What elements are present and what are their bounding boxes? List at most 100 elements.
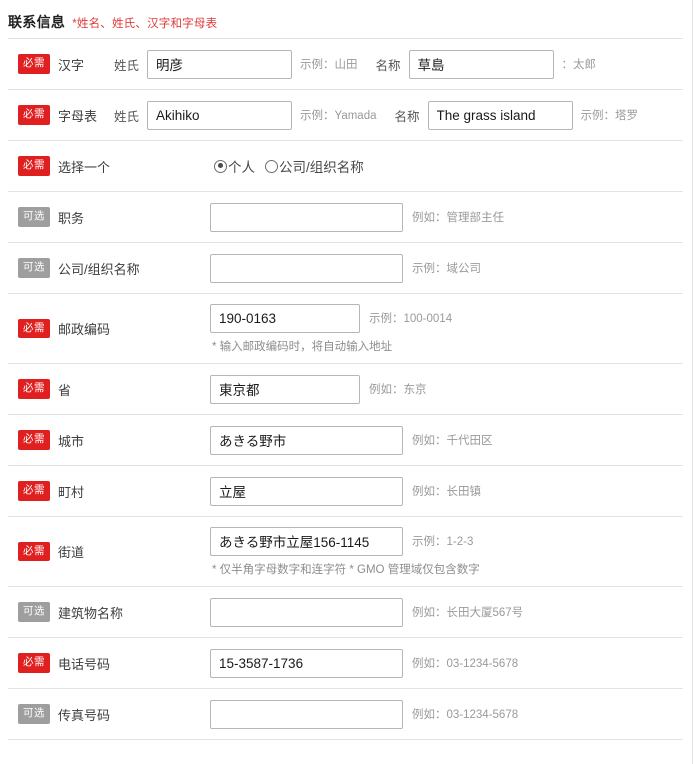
required-badge: 必需 <box>18 105 50 125</box>
required-badge: 必需 <box>18 653 50 673</box>
sub-label-surname-kana: 姓氏 <box>114 109 140 124</box>
phone-input[interactable] <box>210 648 403 678</box>
field-label-kana: 字母表 <box>58 108 98 124</box>
form-row-kana-name: 必需 字母表 姓氏 示例：Yamada 名称 示例：塔罗 <box>8 89 683 140</box>
form-row-kanji-name: 必需 汉字 姓氏 示例：山田 名称 ：太郎 <box>8 38 683 89</box>
required-badge: 必需 <box>18 379 50 399</box>
field-label-fax: 传真号码 <box>58 707 111 723</box>
form-row-town: 必需 町村 例如：长田镇 <box>8 465 683 516</box>
street-input[interactable] <box>210 526 403 556</box>
form-row-postal-code: 必需 邮政编码 示例：100-0014 * 输入邮政编码时，将自动输入地址 <box>8 293 683 363</box>
field-label-company: 公司/组织名称 <box>58 261 140 277</box>
form-row-phone: 必需 电话号码 例如：03-1234-5678 <box>8 637 683 688</box>
control-cell-town: 例如：长田镇 <box>210 476 683 506</box>
province-hint: 例如：东京 <box>369 384 427 396</box>
label-cell-account-type: 必需 选择一个 <box>8 156 210 176</box>
kana-given-group: 名称 示例：塔罗 <box>394 100 639 130</box>
label-cell-building: 可选 建筑物名称 <box>8 602 210 622</box>
control-cell-city: 例如：千代田区 <box>210 425 683 455</box>
company-input[interactable] <box>210 253 403 283</box>
field-label-province: 省 <box>58 382 72 398</box>
required-badge: 必需 <box>18 430 50 450</box>
field-label-town: 町村 <box>58 484 85 500</box>
radio-label-individual: 个人 <box>228 160 255 175</box>
town-input[interactable] <box>210 476 403 506</box>
kana-givenname-input[interactable] <box>427 100 573 130</box>
street-hint: 示例：1-2-3 <box>412 536 474 548</box>
account-type-radio-group: 个人 公司/组织名称 <box>210 156 683 176</box>
kanji-surname-group: 姓氏 示例：山田 <box>114 49 358 79</box>
required-badge: 必需 <box>18 481 50 501</box>
radio-label-company: 公司/组织名称 <box>279 160 364 175</box>
label-cell-fax: 可选 传真号码 <box>8 704 210 724</box>
control-cell-postal-code: 示例：100-0014 * 输入邮政编码时，将自动输入地址 <box>210 303 683 354</box>
radio-selected-icon[interactable] <box>214 159 227 173</box>
field-label-street: 街道 <box>58 545 85 560</box>
label-cell-kana: 必需 字母表 <box>8 105 114 125</box>
kana-surname-hint: 示例：Yamada <box>300 110 377 122</box>
contact-info-form-page: 联系信息 *姓名、姓氏、汉字和字母表 必需 汉字 姓氏 示例：山田 名称 <box>0 0 693 764</box>
kana-surname-input[interactable] <box>147 100 293 130</box>
radio-option-individual[interactable]: 个人 <box>214 156 255 176</box>
label-cell-position: 可选 职务 <box>8 207 210 227</box>
phone-hint: 例如：03-1234-5678 <box>412 658 519 670</box>
fax-input[interactable] <box>210 699 403 729</box>
postal-code-input[interactable] <box>210 303 360 333</box>
form-rows: 必需 汉字 姓氏 示例：山田 名称 ：太郎 必需 <box>8 38 683 740</box>
town-hint: 例如：长田镇 <box>412 486 481 498</box>
field-label-account-type: 选择一个 <box>58 159 111 175</box>
label-cell-phone: 必需 电话号码 <box>8 653 210 673</box>
label-cell-postal-code: 必需 邮政编码 <box>8 318 210 339</box>
kanji-given-hint: ：太郎 <box>561 59 597 71</box>
province-input[interactable] <box>210 374 360 404</box>
kanji-surname-input[interactable] <box>147 49 293 79</box>
building-input[interactable] <box>210 597 403 627</box>
sub-label-surname-kanji: 姓氏 <box>114 58 140 73</box>
field-label-postal-code: 邮政编码 <box>58 322 111 337</box>
postal-code-hint: 示例：100-0014 <box>369 313 453 325</box>
label-cell-kanji: 必需 汉字 <box>8 54 114 74</box>
form-row-company: 可选 公司/组织名称 示例：域公司 <box>8 242 683 293</box>
form-row-building: 可选 建筑物名称 例如：长田大厦567号 <box>8 586 683 637</box>
required-badge: 必需 <box>18 156 50 176</box>
control-cell-phone: 例如：03-1234-5678 <box>210 648 683 678</box>
field-label-position: 职务 <box>58 210 85 226</box>
form-row-city: 必需 城市 例如：千代田区 <box>8 414 683 465</box>
page-title: 联系信息 <box>8 14 66 30</box>
optional-badge: 可选 <box>18 258 50 278</box>
required-badge: 必需 <box>18 318 50 339</box>
label-cell-street: 必需 街道 <box>8 541 210 562</box>
sub-label-givenname-kana: 名称 <box>394 109 420 124</box>
kanji-givenname-input[interactable] <box>408 49 554 79</box>
company-hint: 示例：域公司 <box>412 263 481 275</box>
control-cell-account-type: 个人 公司/组织名称 <box>210 156 683 176</box>
position-hint: 例如：管理部主任 <box>412 212 504 224</box>
control-cell-position: 例如：管理部主任 <box>210 202 683 232</box>
label-cell-city: 必需 城市 <box>8 430 210 450</box>
label-cell-town: 必需 町村 <box>8 481 210 501</box>
postal-code-note: * 输入邮政编码时，将自动输入地址 <box>212 340 393 353</box>
optional-badge: 可选 <box>18 602 50 622</box>
street-note: * 仅半角字母数字和连字符 * GMO 管理域仅包含数字 <box>212 563 480 576</box>
label-cell-company: 可选 公司/组织名称 <box>8 258 210 278</box>
control-cell-company: 示例：域公司 <box>210 253 683 283</box>
required-badge: 必需 <box>18 541 50 562</box>
field-label-building: 建筑物名称 <box>58 605 124 621</box>
radio-option-company[interactable]: 公司/组织名称 <box>265 156 364 176</box>
building-hint: 例如：长田大厦567号 <box>412 607 524 619</box>
field-label-city: 城市 <box>58 433 85 449</box>
fax-hint: 例如：03-1234-5678 <box>412 709 519 721</box>
section-header: 联系信息 *姓名、姓氏、汉字和字母表 <box>0 0 692 38</box>
sub-label-givenname-kanji: 名称 <box>375 58 401 73</box>
city-input[interactable] <box>210 425 403 455</box>
kana-surname-group: 姓氏 示例：Yamada <box>114 100 377 130</box>
kana-given-hint: 示例：塔罗 <box>580 110 639 122</box>
kanji-given-group: 名称 ：太郎 <box>375 49 597 79</box>
radio-unselected-icon[interactable] <box>265 159 278 173</box>
label-cell-province: 必需 省 <box>8 379 210 399</box>
optional-badge: 可选 <box>18 704 50 724</box>
field-label-phone: 电话号码 <box>58 656 111 672</box>
position-input[interactable] <box>210 202 403 232</box>
field-label-kanji: 汉字 <box>58 57 85 73</box>
required-badge: 必需 <box>18 54 50 74</box>
